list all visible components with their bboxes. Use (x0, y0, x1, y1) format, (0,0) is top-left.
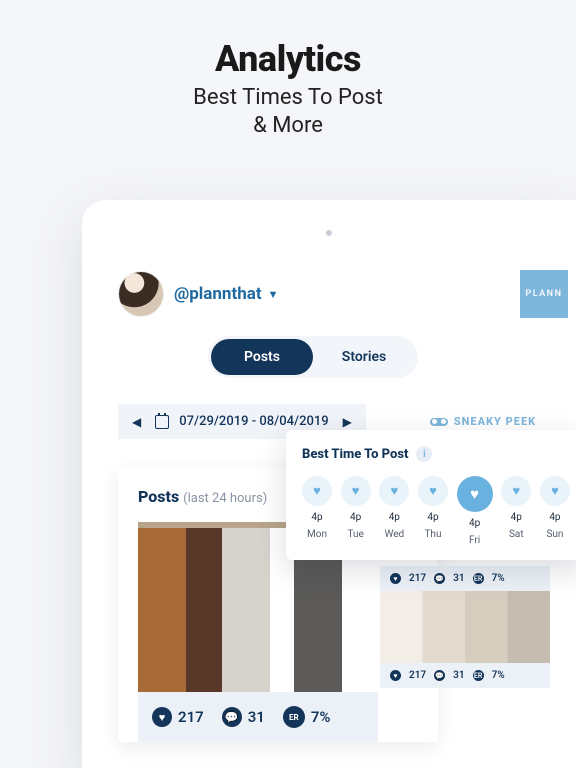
heart-icon: ♥ (551, 483, 559, 499)
tab-posts[interactable]: Posts (211, 339, 313, 375)
mask-icon (430, 418, 448, 426)
heart-icon: ♥ (313, 483, 321, 499)
day-name: Fri (469, 535, 480, 546)
mini-rate-2: 7% (492, 670, 505, 681)
mini-comments-2: 31 (453, 670, 464, 681)
account-handle: @plannthat (174, 284, 262, 304)
comment-icon: 💬 (434, 670, 445, 681)
comment-icon: 💬 (434, 573, 445, 584)
comment-icon: 💬 (222, 707, 242, 727)
er-rate: 7% (311, 708, 331, 726)
likes-count: 217 (178, 708, 204, 726)
heart-button[interactable]: ♥ (418, 476, 448, 506)
chevron-down-icon: ▼ (268, 288, 279, 301)
page-subtitle: Best Times To Post & More (0, 84, 576, 139)
mini-post-1[interactable]: ♥ 217 💬 31 ER 7% ♥ 217 💬 31 ER 7% (380, 566, 550, 688)
heart-icon: ♥ (390, 483, 398, 499)
info-icon[interactable]: i (416, 446, 432, 462)
comments-stat: 💬 31 (222, 707, 265, 727)
day-thu[interactable]: ♥ 4p Thu (418, 476, 448, 546)
day-time: 4p (511, 512, 522, 523)
heart-button[interactable]: ♥ (501, 476, 531, 506)
likes-stat: ♥ 217 (152, 707, 204, 727)
post-stats: ♥ 217 💬 31 ER 7% (138, 692, 378, 742)
subtitle-line-1: Best Times To Post (193, 85, 383, 110)
er-icon: ER (473, 573, 484, 584)
date-range-text: 07/29/2019 - 08/04/2019 (179, 414, 328, 429)
day-name: Mon (307, 529, 327, 540)
day-time: 4p (311, 512, 322, 523)
heart-button[interactable]: ♥ (540, 476, 570, 506)
heart-icon: ♥ (152, 707, 172, 727)
camera-dot (326, 230, 332, 236)
posts-card-span: (last 24 hours) (183, 491, 267, 506)
mini-comments: 31 (453, 573, 464, 584)
mini-likes: 217 (409, 573, 426, 584)
day-name: Sat (509, 529, 524, 540)
segment-control: Posts Stories (208, 336, 418, 378)
date-next-icon[interactable]: ▶ (339, 415, 356, 429)
day-name: Sun (546, 529, 563, 540)
account-selector[interactable]: @plannthat ▼ (174, 284, 278, 304)
account-row: @plannthat ▼ PLANN (118, 270, 576, 318)
day-name: Wed (384, 529, 404, 540)
right-column: ♥ 217 💬 31 ER 7% ♥ 217 💬 31 ER 7% (380, 566, 560, 688)
day-time: 4p (350, 512, 361, 523)
page-title: Analytics (0, 0, 576, 80)
subtitle-line-2: & More (253, 113, 323, 138)
engagement-stat: ER 7% (283, 706, 331, 728)
heart-icon: ♥ (390, 670, 401, 681)
day-time: 4p (549, 512, 560, 523)
posts-card-title: Posts (138, 487, 179, 506)
day-name: Tue (347, 529, 363, 540)
sneaky-peek-button[interactable]: SNEAKY PEEK (430, 415, 536, 428)
comments-count: 31 (248, 708, 265, 726)
day-sun[interactable]: ♥ 4p Sun (540, 476, 570, 546)
day-wed[interactable]: ♥ 4p Wed (379, 476, 409, 546)
er-icon: ER (283, 706, 305, 728)
mini-rate: 7% (492, 573, 505, 584)
mini-stats-2: ♥ 217 💬 31 ER 7% (380, 663, 550, 688)
heart-button[interactable]: ♥ (457, 476, 493, 512)
heart-icon: ♥ (429, 483, 437, 499)
best-time-card: Best Time To Post i ♥ 4p Mon ♥ 4p Tue ♥ 4p Wed ♥ 4… (286, 430, 576, 560)
heart-button[interactable]: ♥ (302, 476, 332, 506)
heart-icon: ♥ (512, 483, 520, 499)
brand-badge: PLANN (520, 270, 568, 318)
heart-button[interactable]: ♥ (341, 476, 371, 506)
sneaky-peek-label: SNEAKY PEEK (454, 415, 536, 428)
tab-stories[interactable]: Stories (313, 339, 415, 375)
date-prev-icon[interactable]: ◀ (128, 415, 145, 429)
best-time-days: ♥ 4p Mon ♥ 4p Tue ♥ 4p Wed ♥ 4p Thu ♥ 4p Fri ♥ 4p Sat ♥ 4p S… (302, 476, 570, 546)
heart-icon: ♥ (470, 485, 479, 503)
day-mon[interactable]: ♥ 4p Mon (302, 476, 332, 546)
mini-stats-1: ♥ 217 💬 31 ER 7% (380, 566, 550, 591)
heart-icon: ♥ (352, 483, 360, 499)
day-name: Thu (424, 529, 441, 540)
day-time: 4p (427, 512, 438, 523)
day-tue[interactable]: ♥ 4p Tue (341, 476, 371, 546)
er-icon: ER (473, 670, 484, 681)
heart-button[interactable]: ♥ (379, 476, 409, 506)
heart-icon: ♥ (390, 573, 401, 584)
mini-image-1 (380, 591, 550, 663)
best-time-title: Best Time To Post (302, 447, 408, 462)
calendar-icon (155, 415, 169, 429)
day-sat[interactable]: ♥ 4p Sat (501, 476, 531, 546)
mini-likes-2: 217 (409, 670, 426, 681)
day-time: 4p (469, 518, 480, 529)
avatar[interactable] (118, 271, 164, 317)
day-time: 4p (389, 512, 400, 523)
day-fri[interactable]: ♥ 4p Fri (457, 476, 493, 546)
